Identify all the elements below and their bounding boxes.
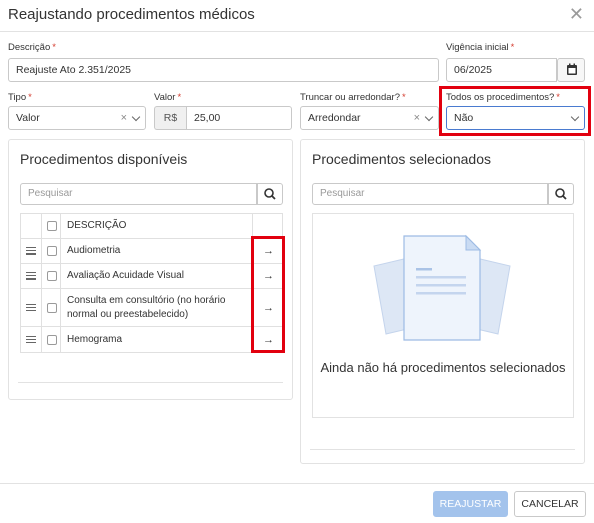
table-row: Audiometria → xyxy=(21,239,282,264)
table-row: Hemograma → xyxy=(21,327,282,352)
row-description: Hemograma xyxy=(67,333,123,345)
calendar-button[interactable] xyxy=(557,58,585,82)
document-illustration xyxy=(373,234,511,341)
drag-handle-icon[interactable] xyxy=(26,247,36,255)
table-row: Consulta em consultório (no horário norm… xyxy=(21,289,282,327)
drag-handle-icon[interactable] xyxy=(26,272,36,280)
row-description: Avaliação Acuidade Visual xyxy=(67,270,184,281)
available-search-button[interactable] xyxy=(257,183,283,205)
row-checkbox[interactable] xyxy=(47,246,57,256)
truncar-value: Arredondar xyxy=(308,112,361,124)
cancel-button[interactable]: CANCELAR xyxy=(514,491,586,517)
row-checkbox[interactable] xyxy=(47,271,57,281)
chevron-down-icon xyxy=(131,112,141,122)
tipo-select[interactable]: Valor × xyxy=(8,106,146,130)
currency-prefix: R$ xyxy=(154,106,186,130)
selected-title: Procedimentos selecionados xyxy=(312,151,491,167)
valor-input[interactable]: 25,00 xyxy=(186,106,292,130)
tipo-label: Tipo * xyxy=(8,92,32,103)
vigencia-label: Vigência inicial * xyxy=(446,42,515,53)
calendar-icon xyxy=(567,63,577,75)
select-all-checkbox[interactable] xyxy=(47,221,57,231)
highlight-box xyxy=(251,236,285,353)
search-icon xyxy=(555,188,567,200)
empty-state-message: Ainda não há procedimentos selecionados xyxy=(320,360,566,375)
row-checkbox[interactable] xyxy=(47,334,57,345)
divider xyxy=(18,382,283,383)
dialog-title: Reajustando procedimentos médicos xyxy=(8,6,255,23)
selected-search-button[interactable] xyxy=(548,183,574,205)
drag-handle-icon[interactable] xyxy=(26,335,36,344)
footer-divider xyxy=(0,483,594,484)
chevron-down-icon xyxy=(424,112,434,122)
descricao-input[interactable]: Reajuste Ato 2.351/2025 xyxy=(8,58,439,82)
valor-label: Valor * xyxy=(154,92,182,103)
row-checkbox[interactable] xyxy=(47,302,57,313)
highlight-box xyxy=(439,86,591,136)
drag-handle-icon[interactable] xyxy=(26,303,36,312)
selected-search-input[interactable]: Pesquisar xyxy=(312,183,548,205)
divider xyxy=(310,449,575,450)
row-description: Consulta em consultório (no horário norm… xyxy=(67,294,226,320)
descricao-label: Descrição * xyxy=(8,42,56,53)
table-header: DESCRIÇÃO xyxy=(21,214,282,239)
tipo-value: Valor xyxy=(16,112,40,124)
truncar-select[interactable]: Arredondar × xyxy=(300,106,439,130)
dialog-header: Reajustando procedimentos médicos ✕ xyxy=(0,0,594,32)
clear-icon[interactable]: × xyxy=(121,107,127,129)
row-description: Audiometria xyxy=(67,245,121,256)
available-table: DESCRIÇÃO Audiometria → Avaliação Acuida… xyxy=(20,213,283,353)
column-header-descricao: DESCRIÇÃO xyxy=(67,220,127,231)
available-title: Procedimentos disponíveis xyxy=(20,151,188,167)
clear-icon[interactable]: × xyxy=(414,107,420,129)
truncar-label: Truncar ou arredondar? * xyxy=(300,92,406,103)
table-row: Avaliação Acuidade Visual → xyxy=(21,264,282,289)
vigencia-input[interactable]: 06/2025 xyxy=(446,58,557,82)
reajustar-button[interactable]: REAJUSTAR xyxy=(433,491,508,517)
close-icon[interactable]: ✕ xyxy=(569,4,584,25)
search-icon xyxy=(264,188,276,200)
available-search-input[interactable]: Pesquisar xyxy=(20,183,257,205)
